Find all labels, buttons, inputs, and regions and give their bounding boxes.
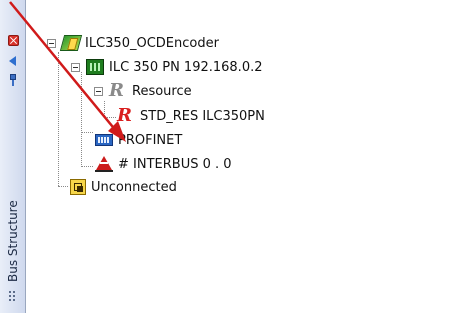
interbus-icon [95, 156, 113, 172]
tree-node-interbus[interactable]: # INTERBUS 0 . 0 [95, 154, 232, 174]
tree-node-label: ILC350_OCDEncoder [85, 35, 219, 51]
tree-node-project[interactable]: ILC350_OCDEncoder [47, 33, 219, 53]
tree-node-std-res[interactable]: R STD_RES ILC350PN [117, 106, 265, 126]
tree-node-profinet[interactable]: PROFINET [95, 130, 182, 150]
left-arrow-icon[interactable] [9, 56, 16, 66]
project-icon [59, 35, 83, 51]
grip-icon [8, 290, 18, 302]
tree-node-label: STD_RES ILC350PN [140, 108, 265, 124]
tree-node-label: Resource [132, 83, 192, 99]
tree-node-label: Unconnected [91, 179, 177, 195]
collapse-toggle[interactable] [94, 86, 103, 96]
bus-structure-panel: ILC350_OCDEncoder ILC 350 PN 192.168.0.2… [27, 0, 474, 313]
tree-node-label: PROFINET [118, 132, 183, 148]
plc-icon [86, 59, 104, 75]
collapse-toggle[interactable] [71, 62, 80, 72]
tree-node-resource[interactable]: R Resource [94, 81, 192, 101]
profinet-icon [95, 134, 113, 146]
close-icon[interactable] [8, 35, 19, 46]
tree-node-label: # INTERBUS 0 . 0 [118, 156, 232, 172]
resource-icon: R [109, 80, 124, 101]
tree-node-label: ILC 350 PN 192.168.0.2 [109, 59, 263, 75]
tree-node-plc[interactable]: ILC 350 PN 192.168.0.2 [71, 57, 263, 77]
tree-node-unconnected[interactable]: Unconnected [70, 177, 177, 197]
collapse-toggle[interactable] [47, 38, 56, 48]
bus-structure-title: Bus Structure [6, 200, 20, 282]
pin-icon[interactable] [9, 74, 17, 86]
resource-instance-icon: R [117, 105, 132, 126]
bus-structure-tab[interactable]: Bus Structure [0, 0, 26, 313]
unconnected-icon [70, 179, 86, 195]
